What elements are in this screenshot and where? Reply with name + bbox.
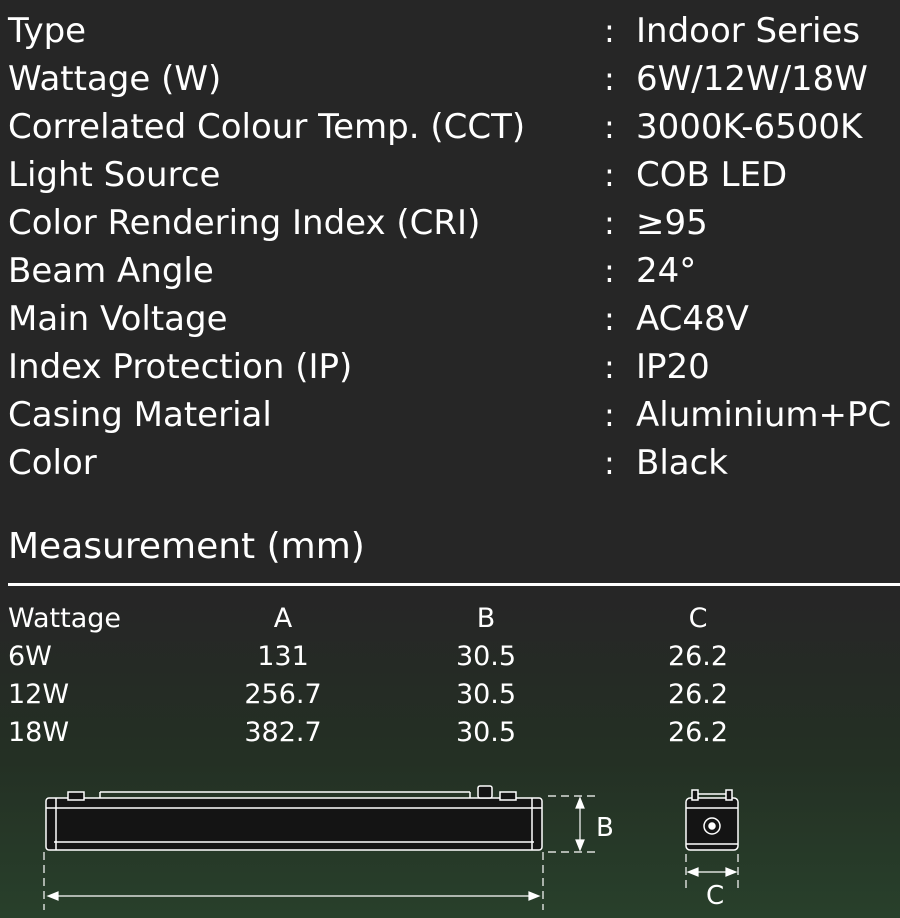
spec-value: IP20 bbox=[636, 347, 710, 387]
spec-value: ≥95 bbox=[636, 203, 708, 243]
table-header-row: Wattage A B C bbox=[0, 600, 900, 638]
spec-separator: : bbox=[604, 444, 615, 482]
fixture-end-view bbox=[685, 789, 739, 851]
spec-value: Aluminium+PC bbox=[636, 395, 892, 435]
spec-label: Wattage (W) bbox=[8, 59, 222, 99]
spec-separator: : bbox=[604, 396, 615, 434]
spec-separator: : bbox=[604, 252, 615, 290]
spec-separator: : bbox=[604, 204, 615, 242]
dimension-drawing: B C bbox=[43, 785, 739, 911]
spec-separator: : bbox=[604, 300, 615, 338]
dimension-b-label: B bbox=[596, 813, 614, 843]
spec-label: Main Voltage bbox=[8, 299, 228, 339]
spec-label: Beam Angle bbox=[8, 251, 214, 291]
spec-row-color: Color : Black bbox=[0, 440, 900, 488]
table-row: 18W 382.7 30.5 26.2 bbox=[0, 714, 900, 752]
spec-separator: : bbox=[604, 156, 615, 194]
spec-row-light-source: Light Source : COB LED bbox=[0, 152, 900, 200]
header-b: B bbox=[476, 603, 496, 634]
header-c: C bbox=[688, 603, 708, 634]
spec-separator: : bbox=[604, 12, 615, 50]
fixture-side-view bbox=[45, 785, 543, 851]
cell-a: 256.7 bbox=[244, 679, 322, 710]
spec-row-main-voltage: Main Voltage : AC48V bbox=[0, 296, 900, 344]
measurement-divider bbox=[8, 583, 900, 586]
spec-label: Correlated Colour Temp. (CCT) bbox=[8, 107, 526, 147]
spec-row-cri: Color Rendering Index (CRI) : ≥95 bbox=[0, 200, 900, 248]
spec-value: COB LED bbox=[636, 155, 788, 195]
spec-row-cct: Correlated Colour Temp. (CCT) : 3000K-65… bbox=[0, 104, 900, 152]
spec-separator: : bbox=[604, 348, 615, 386]
cell-wattage: 12W bbox=[8, 679, 70, 710]
spec-label: Type bbox=[8, 11, 87, 51]
spec-label: Index Protection (IP) bbox=[8, 347, 353, 387]
measurement-table: Wattage A B C 6W 131 30.5 26.2 12W 256.7… bbox=[0, 600, 900, 752]
spec-row-casing-material: Casing Material : Aluminium+PC bbox=[0, 392, 900, 440]
spec-separator: : bbox=[604, 108, 615, 146]
spec-value: Black bbox=[636, 443, 728, 483]
cell-b: 30.5 bbox=[455, 717, 517, 748]
spec-list: Type : Indoor Series Wattage (W) : 6W/12… bbox=[0, 8, 900, 488]
spec-separator: : bbox=[604, 60, 615, 98]
cell-wattage: 6W bbox=[8, 641, 52, 672]
cell-b: 30.5 bbox=[455, 641, 517, 672]
cell-c: 26.2 bbox=[667, 717, 729, 748]
spec-row-wattage: Wattage (W) : 6W/12W/18W bbox=[0, 56, 900, 104]
header-a: A bbox=[273, 603, 293, 634]
spec-value: 3000K-6500K bbox=[636, 107, 863, 147]
cell-a: 382.7 bbox=[244, 717, 322, 748]
measurement-title: Measurement (mm) bbox=[8, 526, 365, 567]
spec-label: Light Source bbox=[8, 155, 221, 195]
table-row: 12W 256.7 30.5 26.2 bbox=[0, 676, 900, 714]
cell-a: 131 bbox=[257, 641, 309, 672]
table-row: 6W 131 30.5 26.2 bbox=[0, 638, 900, 676]
cell-b: 30.5 bbox=[455, 679, 517, 710]
dimension-a bbox=[43, 852, 544, 910]
spec-value: Indoor Series bbox=[636, 11, 861, 51]
spec-row-beam-angle: Beam Angle : 24° bbox=[0, 248, 900, 296]
dimension-b bbox=[548, 795, 598, 853]
spec-value: 24° bbox=[636, 251, 697, 291]
spec-label: Color Rendering Index (CRI) bbox=[8, 203, 481, 243]
spec-row-type: Type : Indoor Series bbox=[0, 8, 900, 56]
spec-value: 6W/12W/18W bbox=[636, 59, 868, 99]
cell-c: 26.2 bbox=[667, 679, 729, 710]
spec-label: Color bbox=[8, 443, 97, 483]
spec-label: Casing Material bbox=[8, 395, 272, 435]
cell-c: 26.2 bbox=[667, 641, 729, 672]
spec-row-ip: Index Protection (IP) : IP20 bbox=[0, 344, 900, 392]
spec-value: AC48V bbox=[636, 299, 749, 339]
dimension-c-label: C bbox=[706, 881, 724, 911]
header-wattage: Wattage bbox=[8, 603, 121, 634]
cell-wattage: 18W bbox=[8, 717, 70, 748]
